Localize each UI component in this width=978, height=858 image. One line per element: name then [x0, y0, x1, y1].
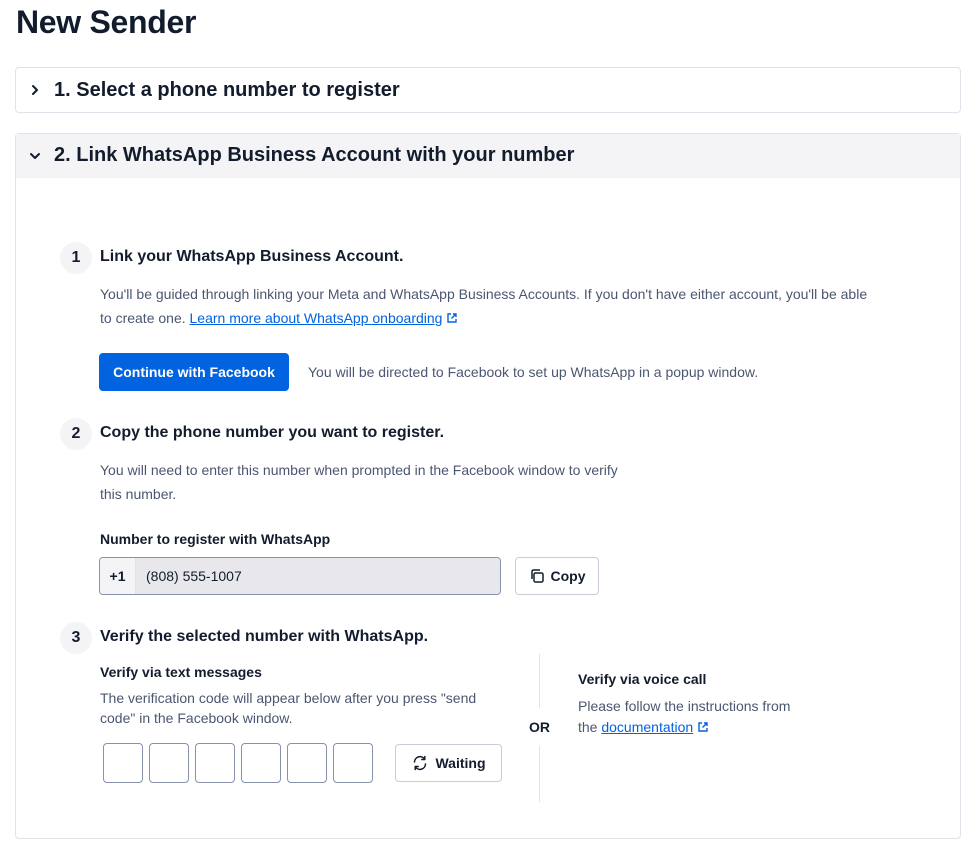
documentation-link[interactable]: documentation	[601, 719, 693, 735]
copy-button[interactable]: Copy	[515, 557, 599, 595]
code-digit-input[interactable]	[195, 743, 235, 783]
step-title: Link your WhatsApp Business Account.	[100, 248, 404, 265]
divider	[539, 654, 540, 708]
section-title: 2. Link WhatsApp Business Account with y…	[54, 144, 575, 166]
waiting-button[interactable]: Waiting	[395, 744, 502, 782]
step-title: Verify the selected number with WhatsApp…	[100, 628, 429, 645]
step-number: 3	[60, 622, 92, 654]
sms-verify-title: Verify via text messages	[100, 664, 262, 680]
divider	[539, 746, 540, 802]
chevron-down-icon	[16, 151, 54, 161]
step-number: 1	[60, 242, 92, 274]
copy-label: Copy	[550, 568, 586, 584]
page-title: New Sender	[16, 4, 197, 40]
field-label: Number to register with WhatsApp	[100, 531, 331, 547]
phone-number-field[interactable]: +1 (808) 555-1007	[99, 557, 501, 595]
or-separator: OR	[529, 719, 550, 735]
chevron-right-icon	[16, 84, 54, 96]
section-title: 1. Select a phone number to register	[54, 78, 400, 101]
step-number: 2	[60, 418, 92, 450]
continue-with-facebook-button[interactable]: Continue with Facebook	[99, 353, 289, 391]
code-digit-input[interactable]	[103, 743, 143, 783]
section-header[interactable]: 2. Link WhatsApp Business Account with y…	[16, 134, 960, 178]
onboarding-link[interactable]: Learn more about WhatsApp onboarding	[190, 310, 443, 326]
voice-verify-description: Please follow the instructions from the …	[578, 698, 791, 735]
step-description: You'll be guided through linking your Me…	[100, 286, 868, 326]
waiting-label: Waiting	[435, 755, 486, 771]
code-digit-input[interactable]	[241, 743, 281, 783]
sms-verify-description: The verification code will appear below …	[100, 690, 477, 726]
refresh-icon	[414, 755, 427, 771]
country-code-prefix: +1	[100, 558, 136, 594]
section-select-phone-number[interactable]: 1. Select a phone number to register	[15, 67, 961, 113]
phone-number-value: (808) 555-1007	[136, 558, 500, 594]
code-digit-input[interactable]	[149, 743, 189, 783]
button-note: You will be directed to Facebook to set …	[308, 364, 759, 380]
voice-verify-title: Verify via voice call	[578, 671, 707, 687]
external-link-icon	[698, 722, 708, 732]
step-description: You will need to enter this number when …	[100, 462, 618, 502]
code-digit-input[interactable]	[287, 743, 327, 783]
code-digit-input[interactable]	[333, 743, 373, 783]
copy-icon	[530, 569, 544, 583]
step-title: Copy the phone number you want to regist…	[100, 424, 445, 441]
external-link-icon	[447, 313, 458, 323]
